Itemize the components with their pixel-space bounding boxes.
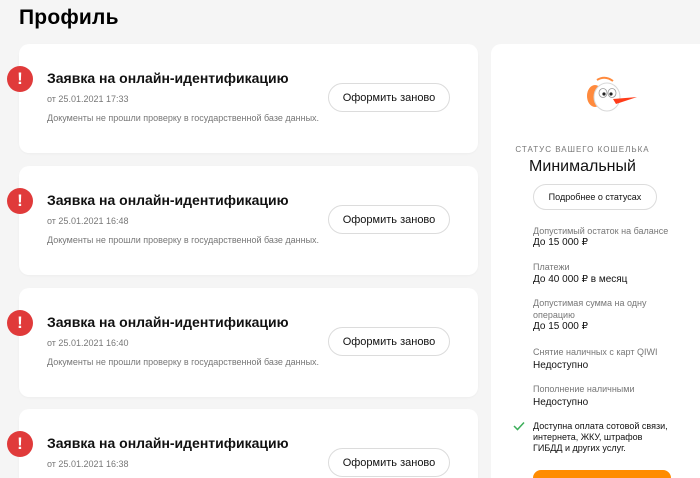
- resubmit-button[interactable]: Оформить заново: [328, 327, 450, 356]
- status-details-button[interactable]: Подробнее о статусах: [533, 184, 657, 210]
- alert-icon: !: [7, 188, 33, 214]
- limit-value: До 15 000 ₽: [533, 321, 588, 332]
- alert-icon: !: [7, 66, 33, 92]
- request-card: ! Заявка на онлайн-идентификацию от 25.0…: [7, 44, 478, 153]
- limit-label: Платежи: [533, 262, 570, 272]
- request-date: от 25.01.2021 16:48: [47, 216, 129, 226]
- check-icon: [513, 421, 525, 431]
- qiwi-bird-mascot-icon: [587, 76, 637, 112]
- request-description: Документы не прошли проверку в государст…: [47, 357, 320, 367]
- request-date: от 25.01.2021 16:38: [47, 459, 129, 469]
- limit-value: Недоступно: [533, 360, 589, 371]
- upgrade-status-button[interactable]: [533, 470, 671, 478]
- request-card: ! Заявка на онлайн-идентификацию от 25.0…: [7, 409, 478, 478]
- page-title: Профиль: [19, 6, 119, 29]
- wallet-status-value: Минимальный: [529, 158, 636, 175]
- request-date: от 25.01.2021 16:40: [47, 338, 129, 348]
- resubmit-button[interactable]: Оформить заново: [328, 205, 450, 234]
- alert-icon: !: [7, 431, 33, 457]
- limit-label: Допустимый остаток на балансе: [533, 226, 669, 236]
- request-card: ! Заявка на онлайн-идентификацию от 25.0…: [7, 166, 478, 275]
- limit-value: До 15 000 ₽: [533, 237, 588, 248]
- request-description: Документы не прошли проверку в государст…: [47, 113, 320, 123]
- request-description: Документы не прошли проверку в государст…: [47, 235, 320, 245]
- request-card: ! Заявка на онлайн-идентификацию от 25.0…: [7, 288, 478, 397]
- limit-value: Недоступно: [533, 397, 589, 408]
- request-title: Заявка на онлайн-идентификацию: [47, 435, 289, 451]
- limit-label: Допустимая сумма на одну операцию: [533, 298, 647, 320]
- request-date: от 25.01.2021 17:33: [47, 94, 129, 104]
- wallet-status-caption: СТАТУС ВАШЕГО КОШЕЛЬКА: [515, 145, 650, 154]
- request-title: Заявка на онлайн-идентификацию: [47, 314, 289, 330]
- alert-icon: !: [7, 310, 33, 336]
- resubmit-button[interactable]: Оформить заново: [328, 83, 450, 112]
- request-title: Заявка на онлайн-идентификацию: [47, 70, 289, 86]
- limit-value: До 40 000 ₽ в месяц: [533, 274, 628, 285]
- limit-label: Снятие наличных с карт QIWI: [533, 347, 658, 357]
- request-title: Заявка на онлайн-идентификацию: [47, 192, 289, 208]
- resubmit-button[interactable]: Оформить заново: [328, 448, 450, 477]
- limit-label: Пополнение наличными: [533, 384, 635, 394]
- available-services-note: Доступна оплата сотовой связи, интернета…: [533, 421, 668, 453]
- wallet-status-panel: СТАТУС ВАШЕГО КОШЕЛЬКА Минимальный Подро…: [491, 44, 700, 478]
